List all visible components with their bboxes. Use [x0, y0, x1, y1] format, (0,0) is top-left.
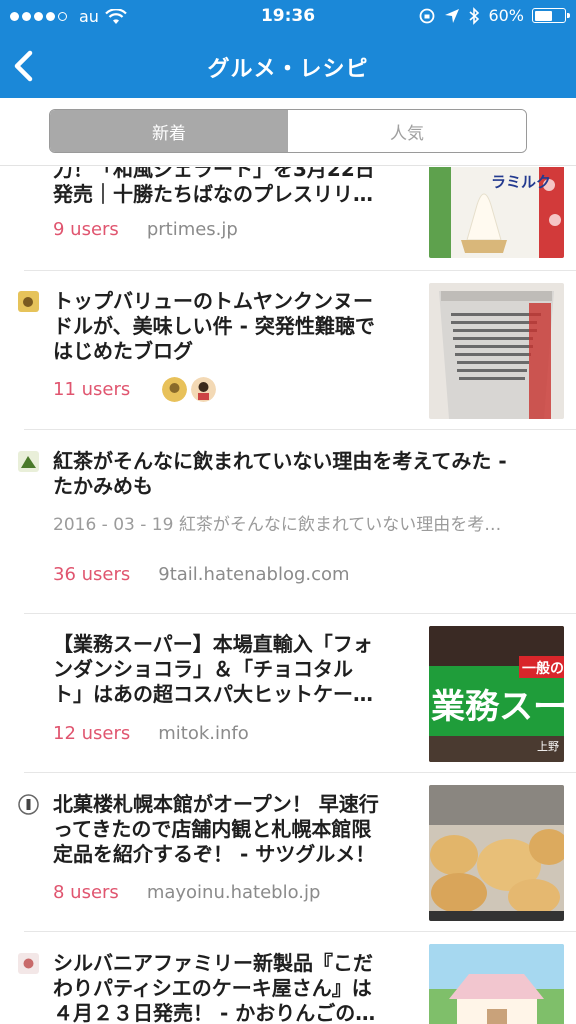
entry-list: 力！「和風ジェラート」を3月22日 発売｜十勝たちばなのプレスリリ… 9 use…: [0, 167, 576, 1024]
entry-thumbnail: [429, 283, 564, 419]
bookmark-count[interactable]: 12 users: [53, 723, 130, 744]
svg-text:業務スー: 業務スー: [431, 687, 564, 727]
entry-thumbnail: [429, 785, 564, 921]
entry-meta: 36 users 9tail.hatenablog.com: [53, 564, 350, 585]
site-favicon: [18, 953, 39, 974]
entry-domain: mayoinu.hateblo.jp: [146, 882, 321, 903]
navigation-bar: グルメ・レシピ: [0, 34, 576, 98]
entry-thumbnail: [429, 944, 564, 1024]
list-item[interactable]: 【業務スーパー】本場直輸入「フォ ンダンショコラ」＆「チョコタル ト」はあの超コ…: [0, 614, 576, 772]
entry-domain: 9tail.hatenablog.com: [158, 564, 350, 585]
site-favicon: [18, 291, 39, 312]
battery-icon: [532, 8, 570, 23]
user-avatar[interactable]: [162, 377, 188, 402]
list-item[interactable]: シルバニアファミリー新製品『こだ わりパティシエのケーキ屋さん』は ４月２３日発…: [0, 932, 576, 1024]
entry-title: 北菓楼札幌本館がオープン！ 早速行 ってきたので店舗内観と札幌本館限 定品を紹介…: [53, 792, 379, 866]
entry-meta: 8 users mayoinu.hateblo.jp: [53, 882, 320, 903]
list-item[interactable]: トップバリューのトムヤンクンヌー ドルが、美味しい件 - 突発性難聴で はじめた…: [0, 271, 576, 429]
bookmark-count[interactable]: 8 users: [53, 882, 119, 903]
entry-meta: 11 users: [53, 377, 217, 402]
list-item[interactable]: 北菓楼札幌本館がオープン！ 早速行 ってきたので店舗内観と札幌本館限 定品を紹介…: [0, 773, 576, 931]
list-item[interactable]: 紅茶がそんなに飲まれていない理由を考えてみた - たかみめも 2016 - 03…: [0, 430, 576, 613]
bookmark-count[interactable]: 11 users: [53, 379, 130, 400]
location-icon: [445, 8, 460, 23]
site-favicon: [18, 794, 39, 815]
entry-meta: 12 users mitok.info: [53, 723, 249, 744]
user-avatar[interactable]: [191, 377, 217, 402]
entry-thumbnail: ラミルク: [429, 167, 564, 258]
entry-title: 力！「和風ジェラート」を3月22日 発売｜十勝たちばなのプレスリリ…: [53, 167, 375, 206]
segment-bar: 新着 人気: [0, 98, 576, 166]
battery-percent: 60%: [488, 6, 524, 25]
entry-title: 【業務スーパー】本場直輸入「フォ ンダンショコラ」＆「チョコタル ト」はあの超コ…: [53, 632, 373, 706]
bluetooth-icon: [469, 6, 480, 25]
svg-text:上野: 上野: [537, 740, 559, 753]
entry-domain: mitok.info: [158, 723, 249, 744]
entry-title: トップバリューのトムヤンクンヌー ドルが、美味しい件 - 突発性難聴で はじめた…: [53, 289, 375, 363]
entry-title: シルバニアファミリー新製品『こだ わりパティシエのケーキ屋さん』は ４月２３日発…: [53, 951, 376, 1024]
list-item[interactable]: 力！「和風ジェラート」を3月22日 発売｜十勝たちばなのプレスリリ… 9 use…: [0, 167, 576, 270]
tab-popular[interactable]: 人気: [288, 110, 526, 152]
bookmark-count[interactable]: 36 users: [53, 564, 130, 585]
entry-thumbnail: 一般のお 業務スー 上野: [429, 626, 564, 762]
bookmark-count[interactable]: 9 users: [53, 219, 119, 240]
site-favicon: [18, 451, 39, 472]
entry-title: 紅茶がそんなに飲まれていない理由を考えてみた - たかみめも: [53, 449, 507, 498]
status-bar: au 19:36 60%: [0, 0, 576, 34]
entry-domain: prtimes.jp: [146, 219, 238, 240]
top-bar: au 19:36 60% グルメ・レシピ: [0, 0, 576, 98]
thumb-label: ラミルク: [491, 173, 551, 191]
segmented-control: 新着 人気: [49, 109, 527, 153]
svg-text:一般のお: 一般のお: [522, 660, 564, 677]
page-title: グルメ・レシピ: [207, 57, 369, 82]
orientation-lock-icon: [420, 8, 435, 23]
entry-meta: 9 users prtimes.jp: [53, 219, 238, 240]
tab-new[interactable]: 新着: [50, 110, 288, 152]
entry-summary: 2016 - 03 - 19 紅茶がそんなに飲まれていない理由を考…: [53, 515, 502, 535]
